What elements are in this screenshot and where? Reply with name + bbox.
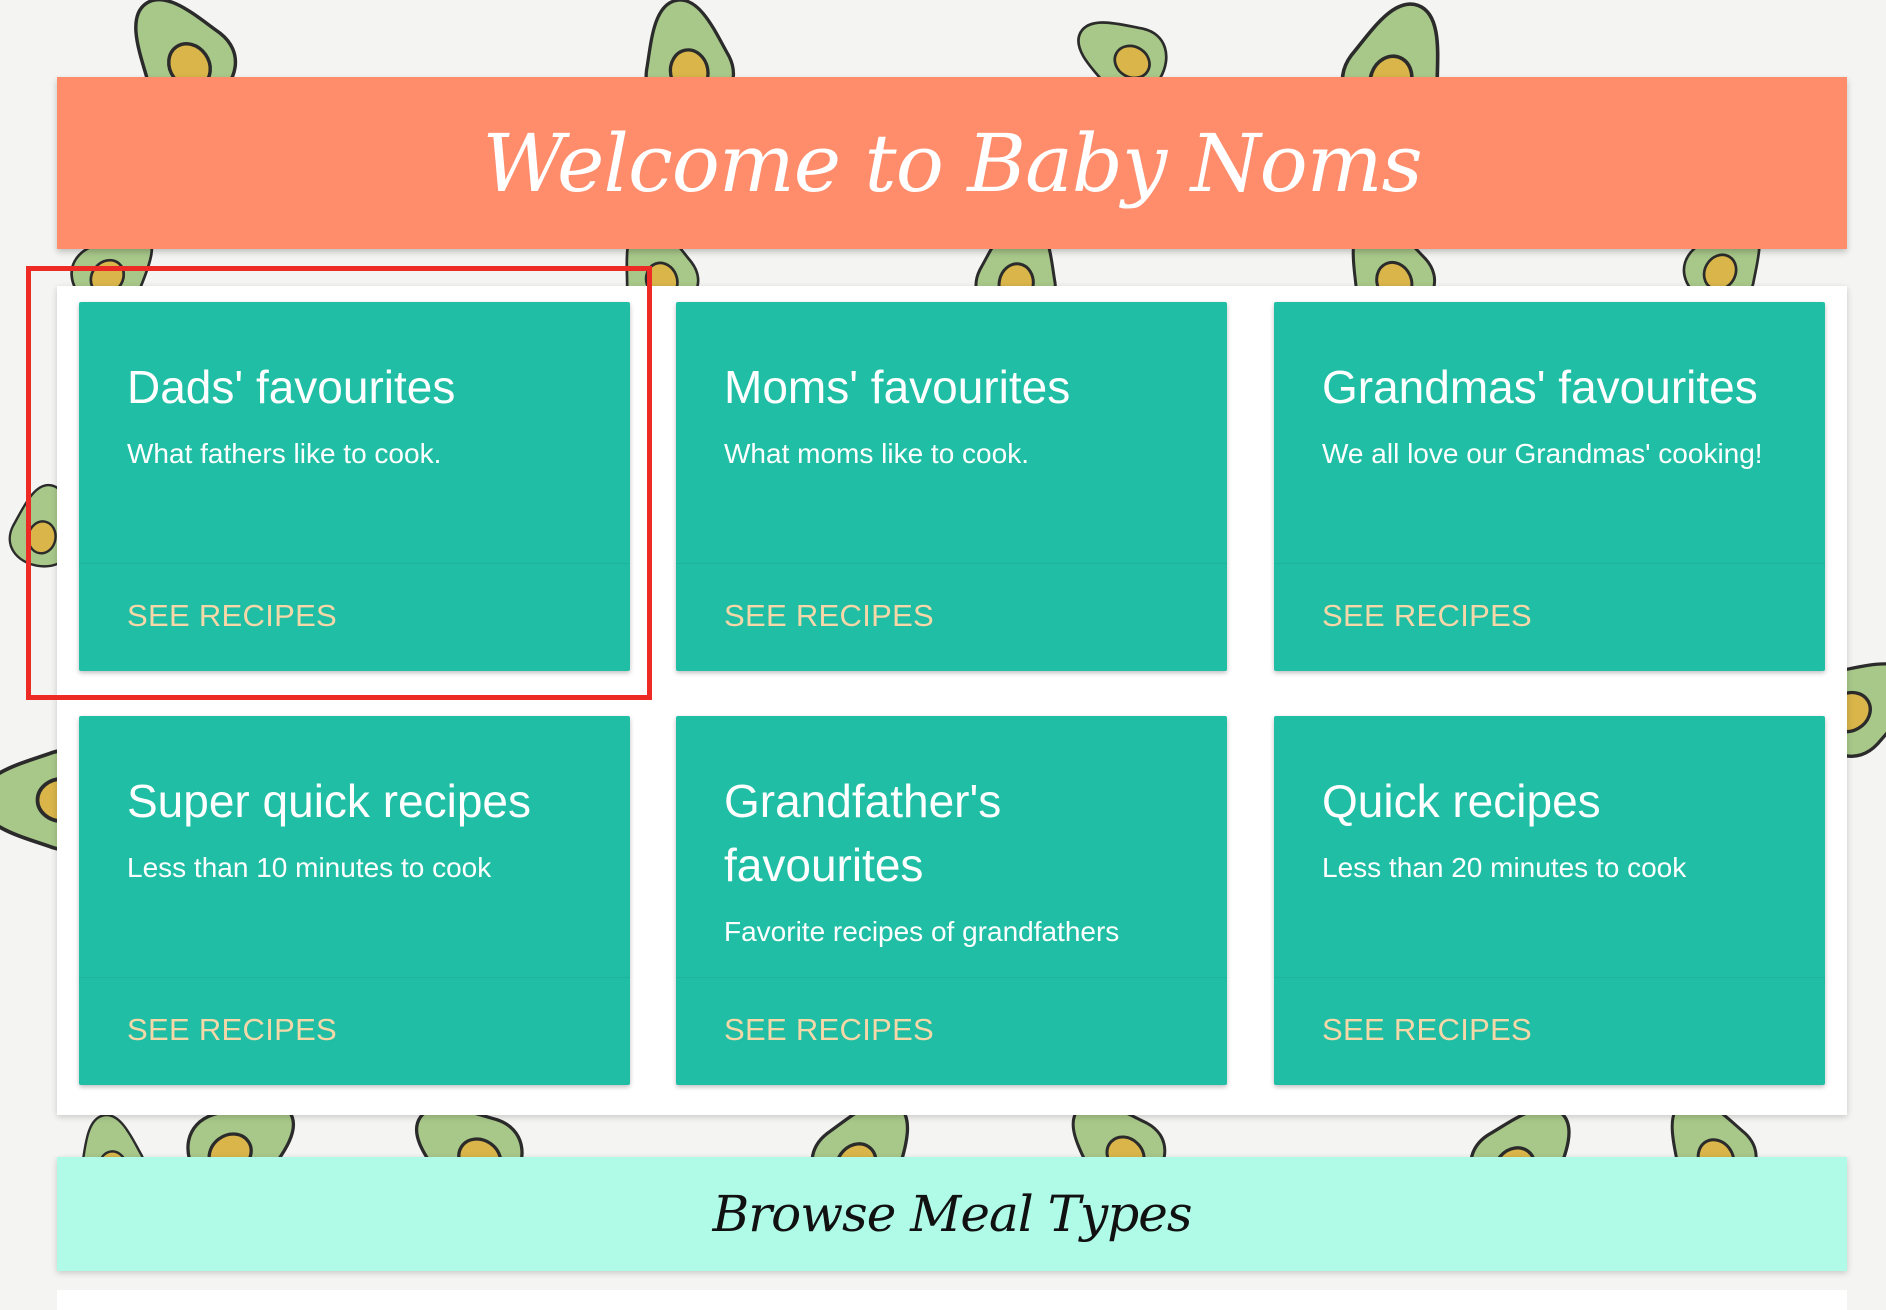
- recipe-categories-panel: Dads' favourites What fathers like to co…: [57, 286, 1847, 1115]
- browse-meal-types-banner: Browse Meal Types: [57, 1157, 1847, 1271]
- see-recipes-link[interactable]: SEE RECIPES: [127, 598, 337, 634]
- card-description: What fathers like to cook.: [127, 438, 442, 469]
- card-divider: [79, 977, 630, 978]
- card-divider: [676, 977, 1227, 978]
- card-description: We all love our Grandmas' cooking!: [1322, 438, 1763, 469]
- category-card-quick-recipes: Quick recipes Less than 20 minutes to co…: [1274, 716, 1825, 1085]
- see-recipes-link[interactable]: SEE RECIPES: [1322, 1012, 1532, 1048]
- card-description: Less than 10 minutes to cook: [127, 852, 492, 883]
- card-content: Grandmas' favourites We all love our Gra…: [1274, 302, 1825, 562]
- category-card-moms-favourites: Moms' favourites What moms like to cook.…: [676, 302, 1227, 671]
- card-title: Dads' favourites: [127, 361, 456, 413]
- card-title: Grandmas' favourites: [1322, 361, 1758, 413]
- page-title: Welcome to Baby Noms: [482, 116, 1422, 210]
- see-recipes-link[interactable]: SEE RECIPES: [127, 1012, 337, 1048]
- card-title: Super quick recipes: [127, 775, 531, 827]
- see-recipes-link[interactable]: SEE RECIPES: [1322, 598, 1532, 634]
- card-divider: [676, 563, 1227, 564]
- card-description: What moms like to cook.: [724, 438, 1029, 469]
- category-card-super-quick-recipes: Super quick recipes Less than 10 minutes…: [79, 716, 630, 1085]
- see-recipes-link[interactable]: SEE RECIPES: [724, 598, 934, 634]
- card-divider: [1274, 563, 1825, 564]
- card-content: Moms' favourites What moms like to cook.: [676, 302, 1227, 562]
- category-card-grandfathers-favourites: Grandfather's favourites Favorite recipe…: [676, 716, 1227, 1085]
- see-recipes-link[interactable]: SEE RECIPES: [724, 1012, 934, 1048]
- card-description: Less than 20 minutes to cook: [1322, 852, 1687, 883]
- card-content: Super quick recipes Less than 10 minutes…: [79, 716, 630, 976]
- card-content: Quick recipes Less than 20 minutes to co…: [1274, 716, 1825, 976]
- card-title: Grandfather's favourites: [724, 775, 1002, 891]
- card-content: Grandfather's favourites Favorite recipe…: [676, 716, 1227, 976]
- card-title: Moms' favourites: [724, 361, 1071, 413]
- section-title: Browse Meal Types: [712, 1185, 1192, 1243]
- card-title: Quick recipes: [1322, 775, 1601, 827]
- card-description: Favorite recipes of grandfathers: [724, 916, 1120, 947]
- meal-types-panel: [57, 1290, 1847, 1310]
- category-card-dads-favourites: Dads' favourites What fathers like to co…: [79, 302, 630, 671]
- category-card-grandmas-favourites: Grandmas' favourites We all love our Gra…: [1274, 302, 1825, 671]
- card-divider: [1274, 977, 1825, 978]
- header-banner: Welcome to Baby Noms: [57, 77, 1847, 249]
- card-divider: [79, 563, 630, 564]
- card-content: Dads' favourites What fathers like to co…: [79, 302, 630, 562]
